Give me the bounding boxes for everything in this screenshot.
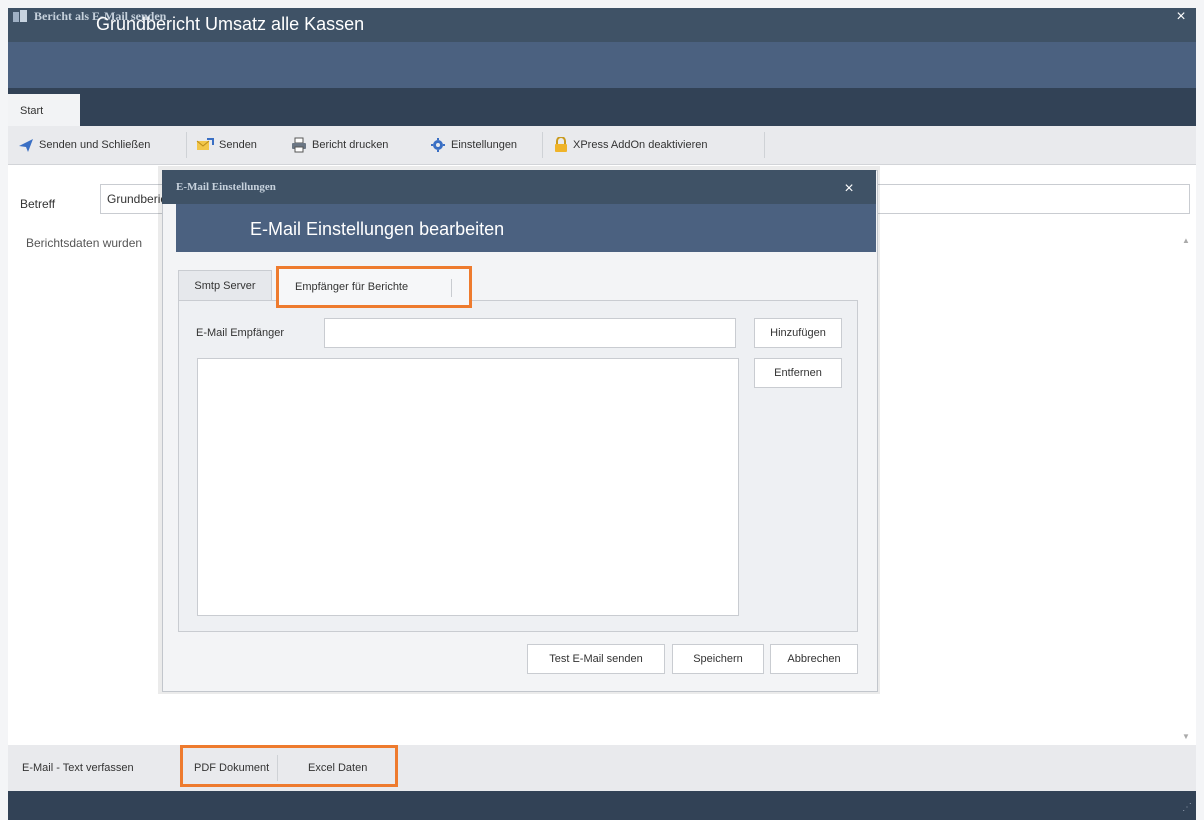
tab-start-label: Start: [20, 105, 44, 117]
cancel-button[interactable]: Abbrechen: [770, 644, 858, 674]
recipient-email-input[interactable]: [324, 318, 736, 348]
print-report-label: Bericht drucken: [312, 139, 389, 151]
remove-recipient-button[interactable]: Entfernen: [754, 358, 842, 388]
send-button[interactable]: Senden: [196, 136, 257, 154]
recipient-list[interactable]: [197, 358, 739, 616]
ribbon-tabstrip: [8, 88, 1196, 126]
send-icon: [19, 139, 33, 152]
tab-report-recipients-label: Empfänger für Berichte: [295, 281, 409, 293]
dialog-header-title: E-Mail Einstellungen bearbeiten: [250, 219, 505, 239]
toolbar-separator: [186, 132, 187, 158]
tab-smtp-server[interactable]: Smtp Server: [178, 270, 272, 300]
tab-divider: [451, 279, 452, 297]
close-icon[interactable]: ×: [840, 180, 858, 198]
attachment-tabs-highlight: [180, 745, 398, 787]
recipient-label: E-Mail Empfänger: [196, 327, 285, 339]
subject-label: Betreff: [20, 197, 56, 211]
mail-body-text[interactable]: Berichtsdaten wurden: [26, 236, 142, 250]
tab-start[interactable]: Start: [8, 94, 80, 128]
toolbar: Senden und Schließen Senden Bericht druc…: [8, 126, 1196, 165]
add-recipient-button[interactable]: Hinzufügen: [754, 318, 842, 348]
app-icon: [13, 10, 27, 22]
scroll-up-icon[interactable]: ▲: [1182, 236, 1190, 245]
close-icon[interactable]: ×: [1172, 8, 1190, 26]
window-header: [8, 42, 1196, 88]
gear-icon: [431, 138, 445, 152]
settings-button[interactable]: Einstellungen: [430, 136, 517, 154]
printer-icon: [292, 137, 306, 153]
tab-report-recipients[interactable]: Empfänger für Berichte: [276, 266, 472, 308]
print-report-button[interactable]: Bericht drucken: [291, 136, 388, 154]
send-and-close-label: Senden und Schließen: [39, 139, 151, 151]
dialog-title: E-Mail Einstellungen: [176, 181, 276, 193]
save-button[interactable]: Speichern: [672, 644, 764, 674]
xpress-addon-label: XPress AddOn deaktivieren: [573, 139, 708, 151]
report-title: Grundbericht Umsatz alle Kassen: [96, 14, 365, 34]
resize-grip-icon[interactable]: ⋰: [1182, 802, 1192, 813]
toolbar-separator: [542, 132, 543, 158]
send-test-email-button[interactable]: Test E-Mail senden: [527, 644, 665, 674]
mail-send-icon: [196, 138, 214, 150]
toolbar-separator: [764, 132, 765, 158]
send-label: Senden: [219, 139, 257, 151]
tab-compose-text[interactable]: E-Mail - Text verfassen: [14, 755, 142, 781]
xpress-addon-deactivate-button[interactable]: XPress AddOn deaktivieren: [554, 136, 708, 154]
send-and-close-button[interactable]: Senden und Schließen: [18, 136, 150, 154]
scroll-down-icon[interactable]: ▼: [1182, 732, 1190, 741]
lock-icon: [555, 137, 567, 152]
settings-label: Einstellungen: [451, 139, 518, 151]
status-bar: [8, 791, 1196, 820]
